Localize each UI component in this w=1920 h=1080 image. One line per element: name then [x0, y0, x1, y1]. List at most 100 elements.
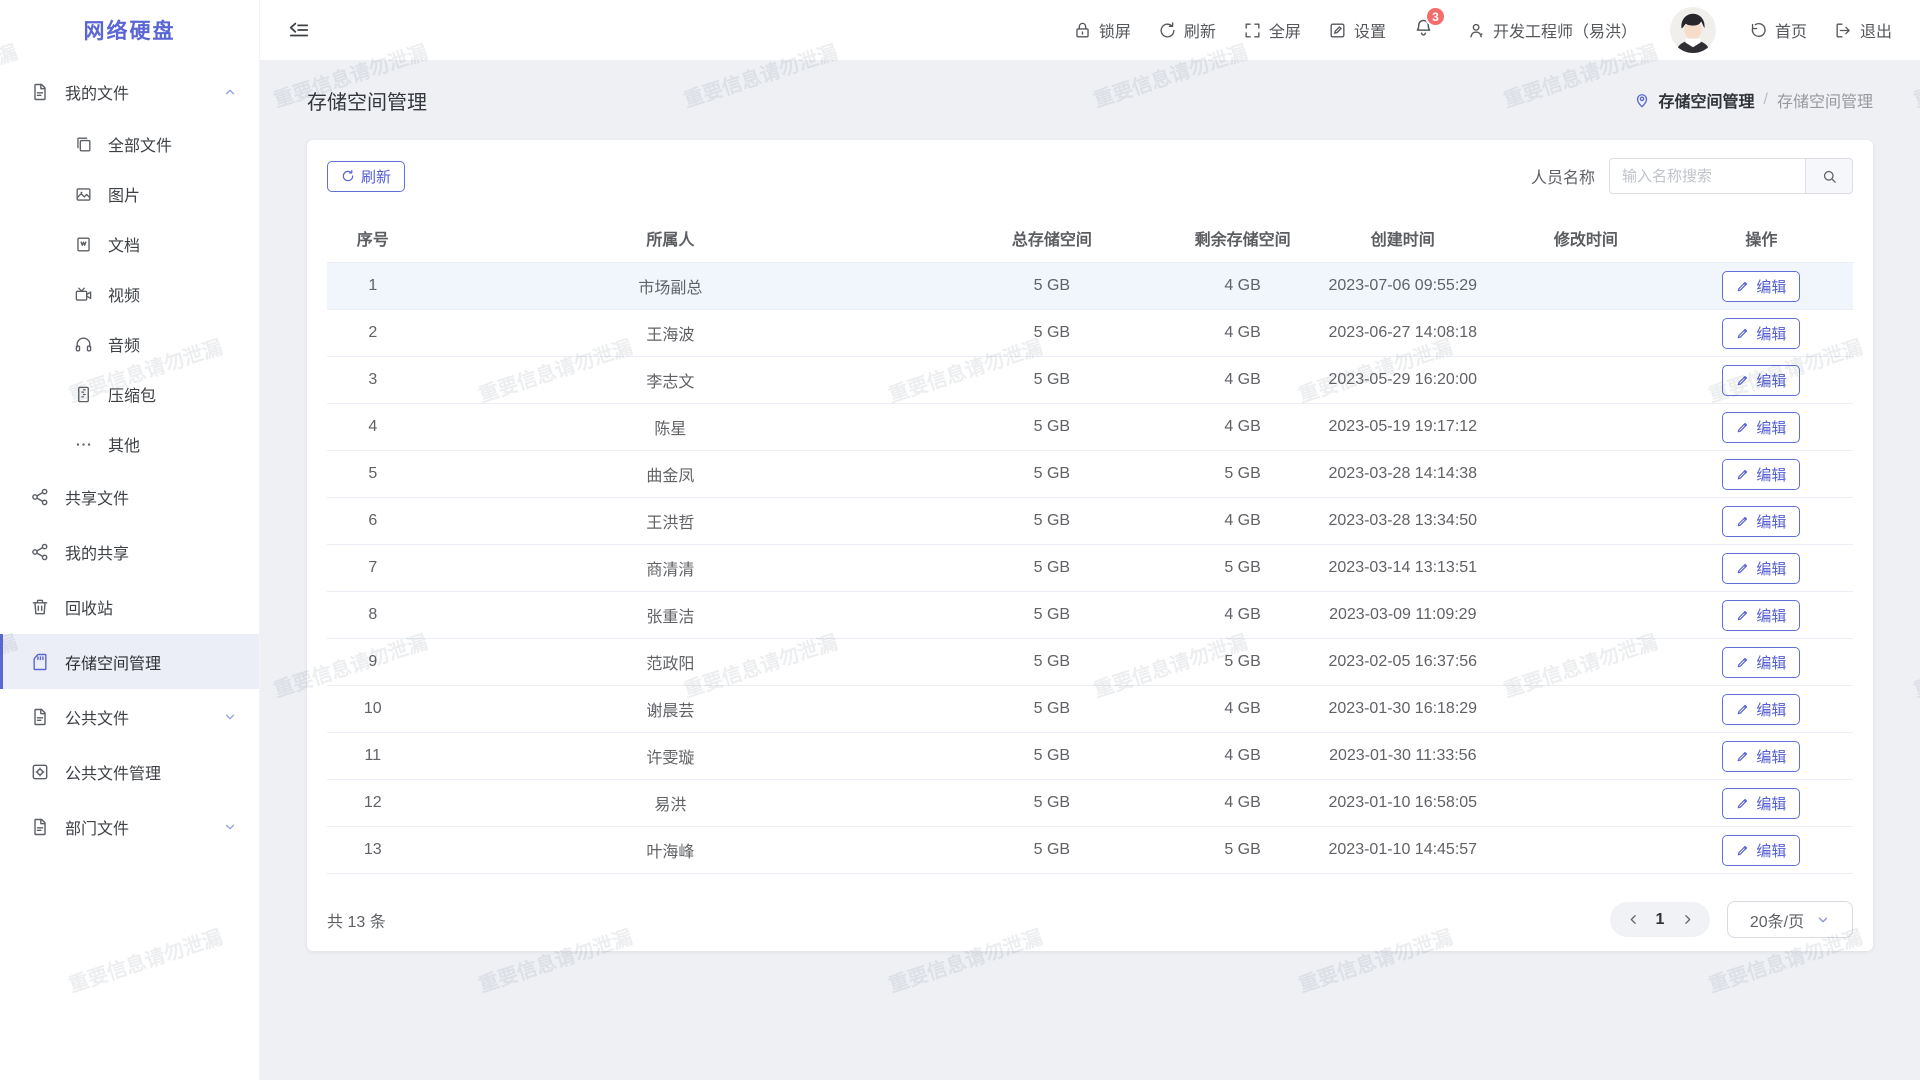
edit-button[interactable]: 编辑 — [1722, 694, 1800, 725]
sidebar-item-archives[interactable]: 压缩包 — [0, 369, 259, 419]
trash-icon — [30, 597, 50, 617]
cell-modified-time — [1502, 451, 1670, 498]
sidebar-nav: 我的文件 全部文件 图片 文档 视频 音频 — [0, 60, 259, 854]
person-icon — [1467, 21, 1486, 40]
table-header-row: 序号所属人总存储空间剩余存储空间创建时间修改时间操作 — [327, 216, 1853, 263]
collapse-sidebar-icon[interactable] — [288, 19, 310, 41]
app-logo: 网络硬盘 — [0, 0, 259, 60]
next-page-button[interactable] — [1672, 902, 1702, 937]
home-button[interactable]: 首页 — [1749, 18, 1807, 42]
cell-seq: 9 — [327, 639, 419, 686]
cell-remaining-space: 4 GB — [1182, 357, 1304, 404]
sidebar-item-documents[interactable]: 文档 — [0, 219, 259, 269]
zip-file-icon — [74, 385, 93, 404]
cell-remaining-space: 4 GB — [1182, 592, 1304, 639]
cell-created-time: 2023-02-05 16:37:56 — [1304, 639, 1502, 686]
edit-button[interactable]: 编辑 — [1722, 459, 1800, 490]
notification-badge: 3 — [1425, 6, 1446, 27]
cell-modified-time — [1502, 357, 1670, 404]
cell-modified-time — [1502, 404, 1670, 451]
pencil-icon — [1736, 608, 1750, 622]
edit-button[interactable]: 编辑 — [1722, 835, 1800, 866]
edit-button[interactable]: 编辑 — [1722, 553, 1800, 584]
file-icon — [30, 707, 50, 727]
sidebar-item-public-file-management[interactable]: 公共文件管理 — [0, 744, 259, 799]
edit-button[interactable]: 编辑 — [1722, 647, 1800, 678]
breadcrumb: 存储空间管理 / 存储空间管理 — [1633, 88, 1873, 112]
cell-owner: 范政阳 — [419, 639, 923, 686]
cell-total-space: 5 GB — [922, 263, 1181, 310]
cell-seq: 1 — [327, 263, 419, 310]
edit-button[interactable]: 编辑 — [1722, 506, 1800, 537]
page-title: 存储空间管理 — [307, 86, 427, 115]
sidebar-item-all-files[interactable]: 全部文件 — [0, 119, 259, 169]
cell-remaining-space: 5 GB — [1182, 639, 1304, 686]
back-arrow-icon — [1749, 21, 1768, 40]
sidebar-item-my-shares[interactable]: 我的共享 — [0, 524, 259, 579]
lock-screen-button[interactable]: 锁屏 — [1073, 18, 1131, 42]
sidebar-item-department-files[interactable]: 部门文件 — [0, 799, 259, 854]
sidebar-item-storage-management[interactable]: 存储空间管理 — [0, 634, 259, 689]
sidebar-item-images[interactable]: 图片 — [0, 169, 259, 219]
sidebar-item-audio[interactable]: 音频 — [0, 319, 259, 369]
edit-button[interactable]: 编辑 — [1722, 318, 1800, 349]
cell-created-time: 2023-03-28 14:14:38 — [1304, 451, 1502, 498]
edit-button[interactable]: 编辑 — [1722, 365, 1800, 396]
refresh-page-button[interactable]: 刷新 — [1158, 18, 1216, 42]
cell-remaining-space: 5 GB — [1182, 545, 1304, 592]
cell-total-space: 5 GB — [922, 498, 1181, 545]
breadcrumb-separator: / — [1764, 91, 1768, 109]
cell-seq: 5 — [327, 451, 419, 498]
user-avatar[interactable] — [1670, 7, 1716, 53]
cell-created-time: 2023-01-30 16:18:29 — [1304, 686, 1502, 733]
pencil-icon — [1736, 373, 1750, 387]
search-input[interactable] — [1609, 158, 1805, 194]
fullscreen-icon — [1243, 21, 1262, 40]
edit-button[interactable]: 编辑 — [1722, 741, 1800, 772]
cell-total-space: 5 GB — [922, 592, 1181, 639]
cell-total-space: 5 GB — [922, 310, 1181, 357]
cell-created-time: 2023-06-27 14:08:18 — [1304, 310, 1502, 357]
table-body: 1 市场副总 5 GB 4 GB 2023-07-06 09:55:29 编辑 … — [327, 263, 1853, 874]
cell-remaining-space: 4 GB — [1182, 404, 1304, 451]
cell-owner: 谢晨芸 — [419, 686, 923, 733]
sidebar-item-others[interactable]: 其他 — [0, 419, 259, 469]
column-header: 创建时间 — [1304, 216, 1502, 263]
sidebar-item-recycle-bin[interactable]: 回收站 — [0, 579, 259, 634]
sidebar-item-shared-files[interactable]: 共享文件 — [0, 469, 259, 524]
cell-actions: 编辑 — [1670, 310, 1853, 357]
cell-seq: 13 — [327, 827, 419, 874]
settings-button[interactable]: 设置 — [1328, 18, 1386, 42]
prev-page-button[interactable] — [1618, 902, 1648, 937]
sidebar-item-my-files[interactable]: 我的文件 — [0, 64, 259, 119]
search-button[interactable] — [1805, 158, 1853, 194]
edit-button[interactable]: 编辑 — [1722, 412, 1800, 443]
table-row: 8 张重洁 5 GB 4 GB 2023-03-09 11:09:29 编辑 — [327, 592, 1853, 639]
cell-actions: 编辑 — [1670, 498, 1853, 545]
cell-remaining-space: 4 GB — [1182, 263, 1304, 310]
logout-icon — [1834, 21, 1853, 40]
refresh-table-button[interactable]: 刷新 — [327, 161, 405, 192]
edit-button[interactable]: 编辑 — [1722, 600, 1800, 631]
page-size-select[interactable]: 20条/页 — [1727, 901, 1853, 938]
column-header: 操作 — [1670, 216, 1853, 263]
edit-button[interactable]: 编辑 — [1722, 271, 1800, 302]
chevron-up-icon — [223, 85, 237, 99]
current-page[interactable]: 1 — [1648, 911, 1672, 929]
table-row: 1 市场副总 5 GB 4 GB 2023-07-06 09:55:29 编辑 — [327, 263, 1853, 310]
breadcrumb-item[interactable]: 存储空间管理 — [1659, 88, 1755, 112]
notebook-icon — [74, 235, 93, 254]
cell-total-space: 5 GB — [922, 451, 1181, 498]
sidebar-item-public-files[interactable]: 公共文件 — [0, 689, 259, 744]
pencil-icon — [1736, 843, 1750, 857]
cell-modified-time — [1502, 733, 1670, 780]
fullscreen-button[interactable]: 全屏 — [1243, 18, 1301, 42]
edit-button[interactable]: 编辑 — [1722, 788, 1800, 819]
notifications-button[interactable]: 3 — [1413, 17, 1434, 43]
pencil-icon — [1736, 326, 1750, 340]
sidebar-item-videos[interactable]: 视频 — [0, 269, 259, 319]
current-user[interactable]: 开发工程师（易洪） — [1467, 18, 1637, 42]
logout-button[interactable]: 退出 — [1834, 18, 1892, 42]
pencil-icon — [1736, 279, 1750, 293]
storage-table: 序号所属人总存储空间剩余存储空间创建时间修改时间操作 1 市场副总 5 GB 4… — [327, 216, 1853, 874]
